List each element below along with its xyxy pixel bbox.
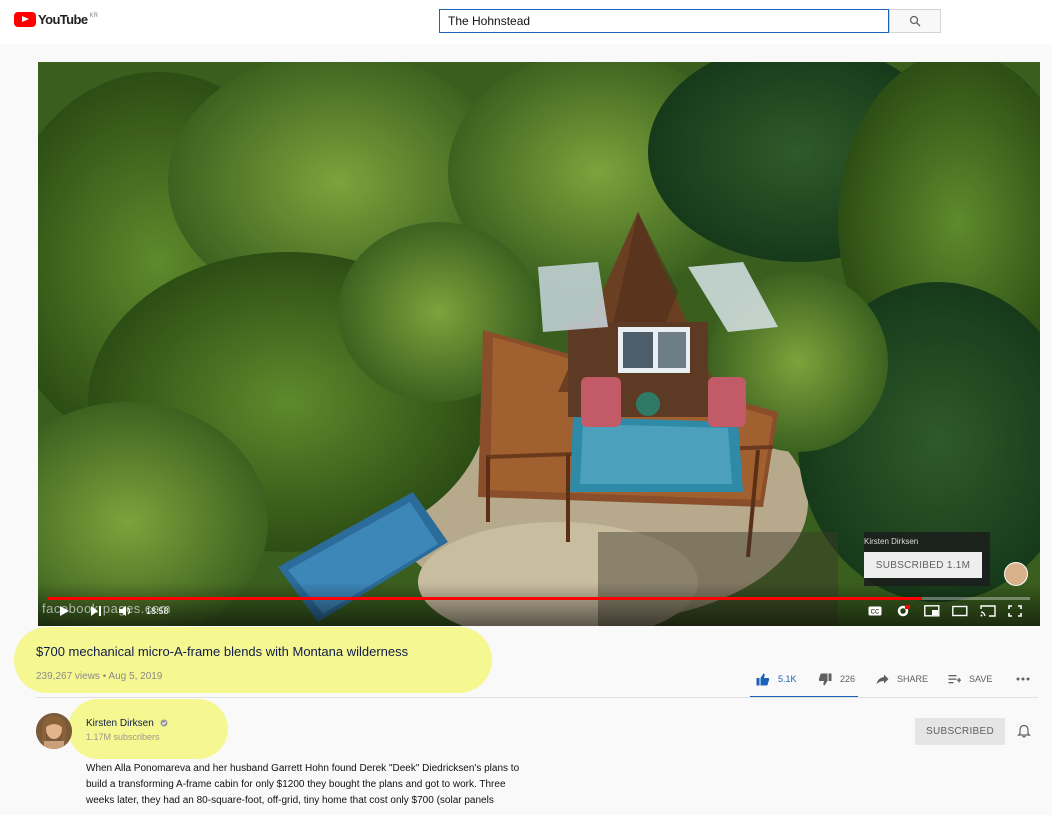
video-description: When Alla Ponomareva and her husband Gar… bbox=[86, 761, 566, 809]
search-button[interactable] bbox=[889, 9, 941, 33]
search-input[interactable] bbox=[439, 9, 889, 33]
logo-text: YouTube bbox=[38, 12, 88, 27]
description-line: weeks later, they had an 80-square-foot,… bbox=[86, 795, 494, 806]
share-label: SHARE bbox=[897, 674, 929, 684]
divider bbox=[36, 697, 1038, 698]
description-line: build a transforming A-frame cabin for o… bbox=[86, 779, 506, 790]
cc-icon[interactable]: CC bbox=[868, 606, 882, 616]
avatar-image bbox=[36, 713, 72, 749]
notification-bell-icon[interactable] bbox=[1017, 724, 1031, 738]
player-controls-bar bbox=[38, 582, 1040, 626]
save-playlist-icon bbox=[948, 674, 961, 683]
notification-subscribed-button[interactable]: SUBSCRIBED 1.1M bbox=[864, 552, 982, 578]
more-horiz-icon bbox=[1016, 677, 1030, 681]
progress-bar[interactable] bbox=[48, 597, 1030, 600]
video-player[interactable]: Kirsten Dirksen SUBSCRIBED 1.1M facebook… bbox=[38, 62, 1040, 626]
channel-highlight bbox=[68, 699, 228, 759]
miniplayer-icon[interactable] bbox=[924, 605, 940, 617]
thumbs-up-icon bbox=[756, 673, 770, 685]
subscribe-notification: Kirsten Dirksen SUBSCRIBED 1.1M bbox=[864, 532, 990, 586]
fullscreen-icon[interactable] bbox=[1008, 605, 1022, 617]
search-icon bbox=[909, 15, 921, 27]
svg-text:CC: CC bbox=[871, 610, 880, 616]
like-count: 5.1K bbox=[778, 674, 797, 684]
channel-name-text: Kirsten Dirksen bbox=[86, 718, 154, 729]
logo-country-code: KR bbox=[89, 13, 98, 19]
video-meta: 239,267 views • Aug 5, 2019 bbox=[36, 671, 163, 682]
progress-bar-fill bbox=[48, 597, 922, 600]
video-title: $700 mechanical micro-A-frame blends wit… bbox=[36, 644, 409, 659]
title-highlight bbox=[14, 627, 492, 693]
youtube-play-icon bbox=[14, 12, 36, 27]
dislike-count: 226 bbox=[840, 674, 856, 684]
youtube-logo[interactable]: YouTube KR bbox=[14, 12, 98, 28]
channel-name[interactable]: Kirsten Dirksen bbox=[86, 718, 168, 729]
next-icon[interactable] bbox=[90, 605, 102, 617]
more-actions-button[interactable] bbox=[1016, 672, 1030, 686]
thumbs-down-icon bbox=[818, 673, 832, 685]
masthead: YouTube KR bbox=[0, 0, 1052, 44]
notification-channel-name: Kirsten Dirksen bbox=[864, 537, 919, 546]
share-icon bbox=[876, 674, 889, 684]
share-button[interactable]: SHARE bbox=[876, 672, 928, 686]
volume-icon[interactable] bbox=[118, 605, 132, 617]
subscribe-button[interactable]: SUBSCRIBED bbox=[915, 718, 1005, 745]
channel-avatar[interactable] bbox=[36, 713, 72, 749]
cast-icon[interactable] bbox=[980, 605, 996, 617]
subscriber-count: 1.17M subscribers bbox=[86, 732, 160, 742]
save-button[interactable]: SAVE bbox=[948, 672, 992, 686]
theater-icon[interactable] bbox=[952, 605, 968, 617]
like-button[interactable]: 5.1K bbox=[756, 672, 797, 686]
dislike-button[interactable]: 226 bbox=[818, 672, 855, 686]
time-display: 18:58 bbox=[146, 606, 169, 616]
description-line: When Alla Ponomareva and her husband Gar… bbox=[86, 763, 520, 774]
save-label: SAVE bbox=[969, 674, 993, 684]
verified-icon bbox=[160, 719, 168, 727]
play-icon[interactable] bbox=[58, 605, 70, 617]
settings-icon[interactable] bbox=[896, 604, 910, 618]
